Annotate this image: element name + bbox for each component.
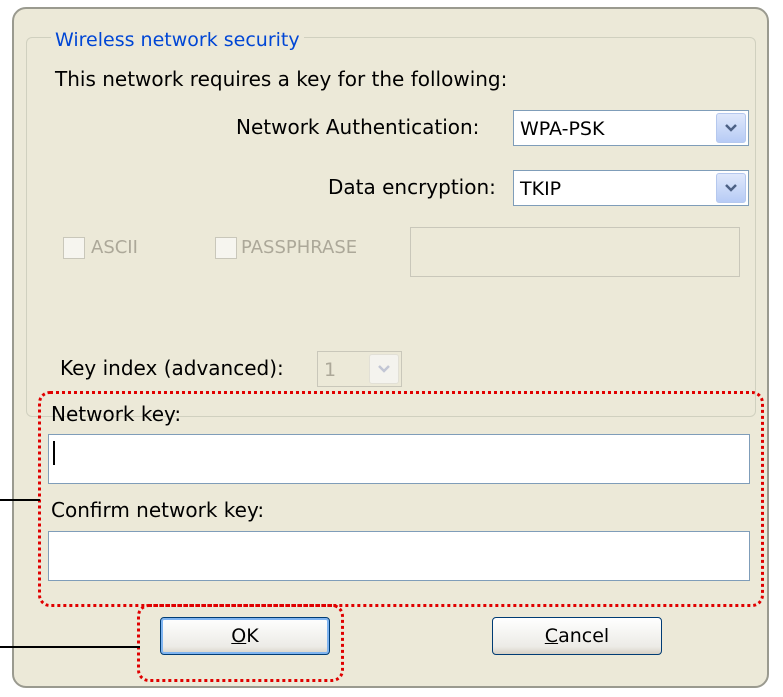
data-encryption-label: Data encryption: [328,175,496,199]
callout-leader-line [0,646,140,648]
data-encryption-value: TKIP [520,178,562,200]
key-index-value: 1 [324,359,337,381]
cancel-button[interactable]: Cancel [492,617,662,655]
network-authentication-select[interactable]: WPA-PSK [513,110,749,146]
cancel-label: ancel [558,625,610,647]
cancel-mnemonic: C [544,625,559,647]
passphrase-input[interactable] [410,227,740,277]
chevron-down-icon[interactable] [369,354,399,384]
requirement-description: This network requires a key for the foll… [55,67,508,91]
key-index-select[interactable]: 1 [317,351,402,387]
callout-leader-line [0,499,40,501]
ascii-label: ASCII [91,237,138,258]
key-index-label: Key index (advanced): [60,356,284,380]
chevron-down-icon[interactable] [716,173,746,203]
ok-button-highlight [137,604,344,682]
data-encryption-select[interactable]: TKIP [513,170,749,206]
chevron-down-icon[interactable] [716,113,746,143]
ascii-checkbox[interactable] [63,237,85,259]
passphrase-checkbox[interactable] [215,237,237,259]
network-key-highlight [38,391,764,607]
network-authentication-value: WPA-PSK [520,118,605,140]
passphrase-label: PASSPHRASE [241,237,358,258]
network-authentication-label: Network Authentication: [236,115,480,139]
group-title: Wireless network security [51,27,304,53]
